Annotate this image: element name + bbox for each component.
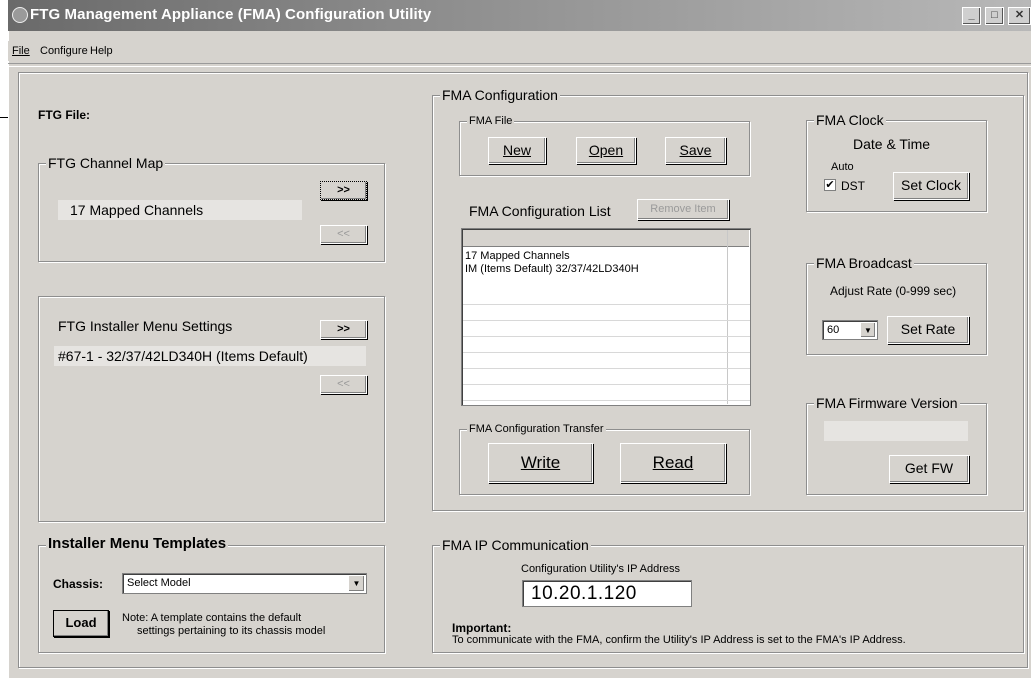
list-gridlines xyxy=(463,289,750,403)
minimize-button[interactable]: _ xyxy=(962,7,981,25)
ip-address-value: 10.20.1.120 xyxy=(531,583,637,604)
clock-title: FMA Clock xyxy=(814,112,886,128)
channel-map-title: FTG Channel Map xyxy=(46,155,166,171)
template-note-line2: settings pertaining to its chassis model xyxy=(137,625,326,637)
rate-select[interactable]: 60 ▼ xyxy=(822,320,878,340)
template-note-line1: Note: A template contains the default xyxy=(122,612,302,624)
dst-label: DST xyxy=(841,179,865,193)
set-rate-button[interactable]: Set Rate xyxy=(887,316,969,344)
broadcast-title: FMA Broadcast xyxy=(814,255,914,271)
channel-map-remove-button[interactable]: << xyxy=(320,225,367,244)
menu-file[interactable]: File xyxy=(12,45,30,57)
ip-title: FMA IP Communication xyxy=(440,537,591,553)
chevron-down-icon[interactable]: ▼ xyxy=(860,322,876,338)
save-button[interactable]: Save xyxy=(665,137,726,164)
rate-select-value: 60 xyxy=(827,324,840,336)
chassis-select-value: Select Model xyxy=(127,577,191,589)
dst-checkbox[interactable]: ✔ xyxy=(824,179,836,191)
open-button[interactable]: Open xyxy=(576,137,636,164)
chevron-down-icon[interactable]: ▼ xyxy=(348,575,365,592)
load-button[interactable]: Load xyxy=(53,610,109,637)
firmware-title: FMA Firmware Version xyxy=(814,395,960,411)
auto-label: Auto xyxy=(831,161,854,173)
write-button[interactable]: Write xyxy=(488,443,593,483)
close-button[interactable]: ✕ xyxy=(1008,7,1031,25)
channel-map-add-button[interactable]: >> xyxy=(320,181,367,200)
window-title: FTG Management Appliance (FMA) Configura… xyxy=(30,6,432,23)
installer-menu-add-button[interactable]: >> xyxy=(320,320,367,339)
ip-address-field[interactable]: 10.20.1.120 xyxy=(522,580,692,607)
menu-help[interactable]: Help xyxy=(90,45,113,57)
ip-note: To communicate with the FMA, confirm the… xyxy=(452,634,906,646)
list-item[interactable]: IM (Items Default) 32/37/42LD340H xyxy=(465,263,639,275)
menu-configure[interactable]: Configure xyxy=(40,45,88,57)
set-clock-button[interactable]: Set Clock xyxy=(893,172,969,200)
list-header xyxy=(463,230,749,247)
list-item[interactable]: 17 Mapped Channels xyxy=(465,250,570,262)
installer-menu-remove-button[interactable]: << xyxy=(320,375,367,394)
maximize-button[interactable]: □ xyxy=(985,7,1004,25)
firmware-value xyxy=(824,421,968,441)
transfer-title: FMA Configuration Transfer xyxy=(467,423,606,435)
app-icon xyxy=(12,7,28,23)
templates-title: Installer Menu Templates xyxy=(46,535,229,552)
broadcast-rate-label: Adjust Rate (0-999 sec) xyxy=(830,284,957,298)
get-fw-button[interactable]: Get FW xyxy=(889,455,969,483)
ip-address-label: Configuration Utility's IP Address xyxy=(521,563,681,575)
installer-menu-title: FTG Installer Menu Settings xyxy=(58,318,233,334)
important-label: Important: xyxy=(452,621,512,635)
installer-menu-value: #67-1 - 32/37/42LD340H (Items Default) xyxy=(54,346,366,366)
chassis-label: Chassis: xyxy=(53,577,104,591)
new-button[interactable]: New xyxy=(488,137,546,164)
remove-item-button[interactable]: Remove Item xyxy=(637,199,729,220)
config-list-label: FMA Configuration List xyxy=(469,203,611,219)
clock-subtitle: Date & Time xyxy=(853,136,931,152)
menu-separator xyxy=(8,63,1031,67)
ftg-file-label: FTG File: xyxy=(38,108,90,122)
fma-config-title: FMA Configuration xyxy=(440,87,560,103)
channel-map-value: 17 Mapped Channels xyxy=(58,200,302,220)
config-list[interactable]: 17 Mapped Channels IM (Items Default) 32… xyxy=(461,228,751,406)
fma-file-title: FMA File xyxy=(467,115,515,127)
menu-bar xyxy=(8,41,1031,61)
chassis-select[interactable]: Select Model ▼ xyxy=(122,573,367,594)
read-button[interactable]: Read xyxy=(620,443,726,483)
